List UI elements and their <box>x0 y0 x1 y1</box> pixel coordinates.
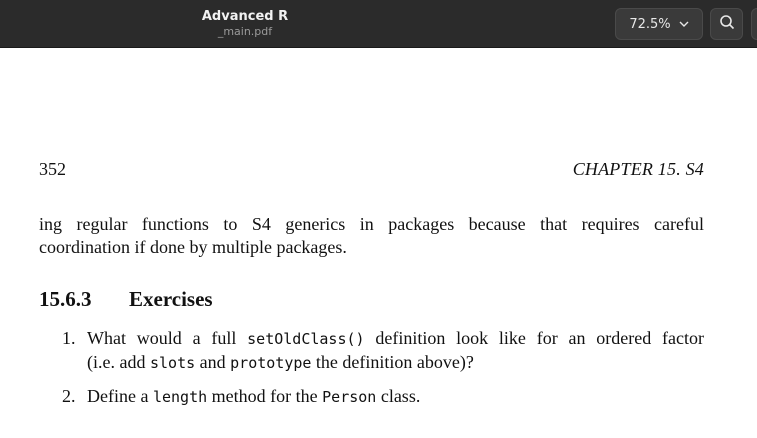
inline-code: length <box>152 388 208 406</box>
inline-code: slots <box>149 354 196 372</box>
search-icon <box>719 14 735 35</box>
window-title: Advanced R _main.pdf <box>160 8 330 39</box>
section-title: Exercises <box>129 287 213 311</box>
zoom-dropdown[interactable]: 72.5% <box>615 8 703 40</box>
app-title: Advanced R <box>201 9 289 24</box>
section-heading: 15.6.3 Exercises <box>39 287 213 312</box>
pdf-page: 352 CHAPTER 15. S4 ing regular functions… <box>0 49 757 438</box>
list-item: 2. Define a length method for the Person… <box>62 385 704 409</box>
zoom-level: 72.5% <box>629 16 671 32</box>
title-bar: Advanced R _main.pdf 72.5% <box>0 0 757 48</box>
inline-code: setOldClass() <box>247 330 365 348</box>
paragraph-line: coordination if done by multiple package… <box>39 237 347 257</box>
search-button[interactable] <box>710 8 743 40</box>
menu-button[interactable] <box>751 8 757 40</box>
page-number: 352 <box>39 159 66 179</box>
chevron-down-icon <box>679 21 689 27</box>
inline-code: prototype <box>230 354 312 372</box>
running-head: CHAPTER 15. S4 <box>572 159 704 179</box>
paragraph-line: ing regular functions to S4 generics in … <box>39 214 704 234</box>
list-marker: 1. <box>62 328 76 348</box>
body-paragraph: ing regular functions to S4 generics in … <box>39 213 704 259</box>
exercise-line: (i.e. add slots and prototype the defini… <box>87 352 474 372</box>
list-marker: 2. <box>62 386 76 406</box>
exercise-line: What would a full setOldClass() definiti… <box>87 328 704 348</box>
list-item: 1. What would a full setOldClass() defin… <box>62 327 704 375</box>
exercise-list: 1. What would a full setOldClass() defin… <box>62 327 704 409</box>
file-name: _main.pdf <box>217 25 273 38</box>
inline-code: Person <box>322 388 377 406</box>
exercise-line: Define a length method for the Person cl… <box>87 386 421 406</box>
section-number: 15.6.3 <box>39 287 92 311</box>
